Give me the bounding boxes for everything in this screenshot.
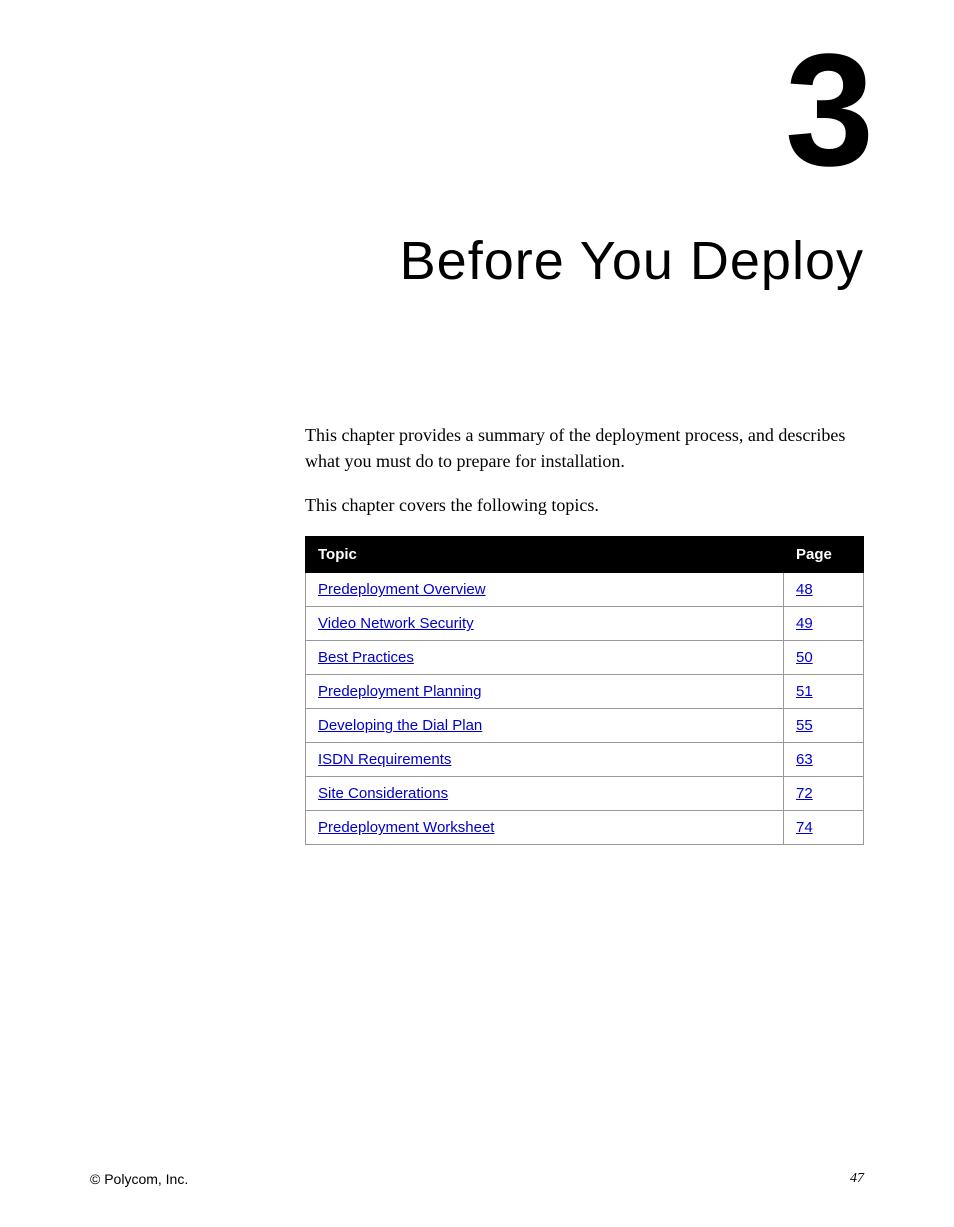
- content-block: This chapter provides a summary of the d…: [305, 422, 864, 845]
- topic-link[interactable]: Predeployment Planning: [318, 683, 481, 700]
- chapter-title: Before You Deploy: [90, 230, 864, 292]
- table-row: Predeployment Planning 51: [306, 675, 864, 709]
- footer-copyright: © Polycom, Inc.: [90, 1171, 188, 1187]
- page-link[interactable]: 51: [796, 683, 813, 700]
- topic-link[interactable]: Site Considerations: [318, 785, 448, 802]
- table-row: ISDN Requirements 63: [306, 743, 864, 777]
- page-link[interactable]: 50: [796, 649, 813, 666]
- table-row: Video Network Security 49: [306, 607, 864, 641]
- topic-link[interactable]: Video Network Security: [318, 615, 474, 632]
- page-footer: © Polycom, Inc. 47: [90, 1171, 864, 1187]
- table-row: Predeployment Worksheet 74: [306, 811, 864, 845]
- table-row: Best Practices 50: [306, 641, 864, 675]
- topic-link[interactable]: Developing the Dial Plan: [318, 717, 482, 734]
- page-link[interactable]: 72: [796, 785, 813, 802]
- page-link[interactable]: 74: [796, 819, 813, 836]
- page-container: 3 Before You Deploy This chapter provide…: [0, 0, 954, 1227]
- topic-link[interactable]: ISDN Requirements: [318, 751, 451, 768]
- header-page: Page: [784, 537, 864, 573]
- page-link[interactable]: 49: [796, 615, 813, 632]
- table-row: Site Considerations 72: [306, 777, 864, 811]
- page-link[interactable]: 63: [796, 751, 813, 768]
- header-topic: Topic: [306, 537, 784, 573]
- topic-link[interactable]: Best Practices: [318, 649, 414, 666]
- chapter-number: 3: [90, 30, 869, 190]
- topics-table: Topic Page Predeployment Overview 48 Vid…: [305, 536, 864, 845]
- footer-page-number: 47: [850, 1171, 864, 1187]
- table-header-row: Topic Page: [306, 537, 864, 573]
- topic-link[interactable]: Predeployment Overview: [318, 581, 486, 598]
- page-link[interactable]: 55: [796, 717, 813, 734]
- table-row: Developing the Dial Plan 55: [306, 709, 864, 743]
- intro-paragraph-1: This chapter provides a summary of the d…: [305, 422, 864, 474]
- table-row: Predeployment Overview 48: [306, 573, 864, 607]
- intro-paragraph-2: This chapter covers the following topics…: [305, 492, 864, 518]
- page-link[interactable]: 48: [796, 581, 813, 598]
- topic-link[interactable]: Predeployment Worksheet: [318, 819, 494, 836]
